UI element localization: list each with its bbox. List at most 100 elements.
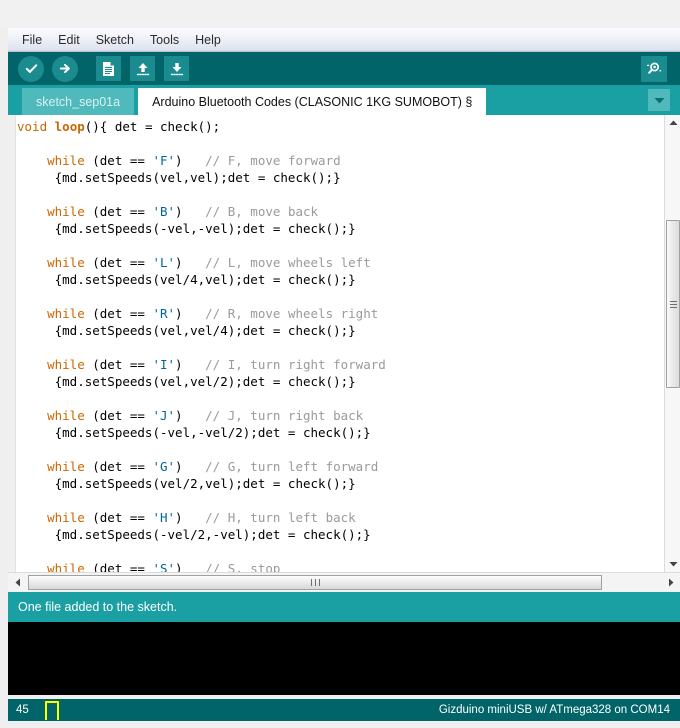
toolbar [8, 52, 680, 85]
code-token: // L, move wheels left [205, 255, 371, 270]
code-token: (det == [84, 306, 153, 321]
scroll-left-button[interactable] [9, 574, 26, 591]
code-token: while [17, 561, 85, 572]
save-sketch-button[interactable] [164, 56, 189, 81]
code-line: void loop(){ det = check(); [17, 118, 665, 135]
code-token: // G, turn left forward [205, 459, 379, 474]
scroll-down-button[interactable] [665, 556, 680, 572]
tab-arduino-bluetooth-codes[interactable]: Arduino Bluetooth Codes (CLASONIC 1KG SU… [138, 88, 487, 115]
menu-item-tools[interactable]: Tools [142, 30, 187, 50]
code-token: {md.setSpeeds(vel,vel);det = check();} [17, 170, 341, 185]
code-token: void [17, 119, 55, 134]
code-line: while (det == 'H') // H, turn left back [17, 509, 665, 526]
code-token: while [17, 510, 85, 525]
code-token: {md.setSpeeds(-vel,-vel);det = check();} [17, 221, 356, 236]
chevron-down-icon [653, 96, 666, 105]
code-token: while [17, 357, 85, 372]
check-icon [24, 61, 39, 76]
code-token: ) [175, 255, 206, 270]
code-token: // I, turn right forward [205, 357, 386, 372]
menu-item-help[interactable]: Help [187, 30, 229, 50]
menu-item-file[interactable]: File [14, 30, 50, 50]
scroll-grip-icon [309, 579, 321, 586]
code-token: loop [54, 119, 85, 134]
code-token: ) [175, 459, 206, 474]
code-token: ) [175, 357, 206, 372]
console-output[interactable] [8, 622, 680, 695]
code-token: ) [175, 204, 206, 219]
line-number-indicator: 45 [16, 704, 29, 716]
arrow-right-icon [58, 61, 73, 76]
code-token: // H, turn left back [205, 510, 356, 525]
code-line: while (det == 'F') // F, move forward [17, 152, 665, 169]
code-line: {md.setSpeeds(vel/2,vel);det = check();} [17, 475, 665, 492]
code-token: (det == [84, 204, 153, 219]
tab-menu-button[interactable] [648, 89, 670, 111]
scroll-right-button[interactable] [662, 574, 679, 591]
code-line: {md.setSpeeds(-vel,-vel/2);det = check()… [17, 424, 665, 441]
code-token: // J, turn right back [205, 408, 364, 423]
code-line: {md.setSpeeds(vel,vel/2);det = check();} [17, 373, 665, 390]
open-sketch-button[interactable] [130, 56, 155, 81]
code-token: // F, move forward [205, 153, 341, 168]
code-token: (det == [84, 510, 153, 525]
code-token: // B, move back [205, 204, 319, 219]
code-token: 'G' [152, 459, 176, 474]
code-token: (det == [84, 459, 153, 474]
scroll-up-button[interactable] [665, 115, 680, 131]
code-token: (det == [84, 357, 153, 372]
code-token: while [17, 153, 85, 168]
code-token: 'S' [152, 561, 176, 572]
bottom-status-bar: 45 Gizduino miniUSB w/ ATmega328 on COM1… [8, 699, 680, 721]
menu-bar: File Edit Sketch Tools Help [8, 28, 680, 52]
verify-button[interactable] [18, 55, 44, 82]
triangle-right-icon [668, 578, 674, 587]
tab-sketch-sep01a[interactable]: sketch_sep01a [22, 88, 135, 115]
code-token: {md.setSpeeds(-vel,-vel/2);det = check()… [17, 425, 371, 440]
code-token: (det == [84, 408, 153, 423]
code-token: {md.setSpeeds(vel/4,vel);det = check();} [17, 272, 356, 287]
menu-item-edit[interactable]: Edit [50, 30, 88, 50]
window-chrome-top [0, 0, 680, 28]
arduino-ide-window: File Edit Sketch Tools Help sketch_sep01… [0, 0, 680, 728]
editor-vertical-scrollbar[interactable] [664, 115, 680, 572]
tab-label: Arduino Bluetooth Codes (CLASONIC 1KG SU… [152, 94, 473, 109]
activity-indicator [45, 700, 59, 720]
serial-monitor-button[interactable] [641, 55, 667, 82]
code-editor[interactable]: void loop(){ det = check(); while (det =… [8, 115, 680, 572]
code-token: ) [175, 153, 206, 168]
editor-horizontal-scrollbar[interactable] [8, 572, 680, 591]
editor-code-content[interactable]: void loop(){ det = check(); while (det =… [17, 115, 665, 572]
code-token: {md.setSpeeds(vel,vel/2);det = check();} [17, 374, 356, 389]
code-line: while (det == 'R') // R, move wheels rig… [17, 305, 665, 322]
upload-button[interactable] [52, 55, 78, 82]
code-token: while [17, 255, 85, 270]
code-token: (det == [84, 255, 153, 270]
code-token: ) [175, 408, 206, 423]
code-line: while (det == 'G') // G, turn left forwa… [17, 458, 665, 475]
horizontal-scroll-thumb[interactable] [28, 575, 602, 590]
code-token: while [17, 204, 85, 219]
board-info-label: Gizduino miniUSB w/ ATmega328 on COM14 [438, 704, 670, 716]
status-message-bar: One file added to the sketch. [8, 592, 680, 622]
code-token: 'I' [152, 357, 176, 372]
code-line: while (det == 'I') // I, turn right forw… [17, 356, 665, 373]
vertical-scroll-thumb[interactable] [666, 220, 680, 388]
scroll-grip-icon [669, 299, 677, 310]
new-sketch-button[interactable] [96, 56, 121, 81]
code-token: ) [175, 306, 206, 321]
tab-bar: sketch_sep01a Arduino Bluetooth Codes (C… [8, 85, 680, 115]
code-token: while [17, 459, 85, 474]
code-token: // S, stop [205, 561, 281, 572]
menu-item-sketch[interactable]: Sketch [88, 30, 142, 50]
code-line: {md.setSpeeds(-vel,-vel);det = check();} [17, 220, 665, 237]
tab-label: sketch_sep01a [36, 94, 121, 109]
code-token: ) [175, 510, 206, 525]
triangle-left-icon [15, 578, 21, 587]
